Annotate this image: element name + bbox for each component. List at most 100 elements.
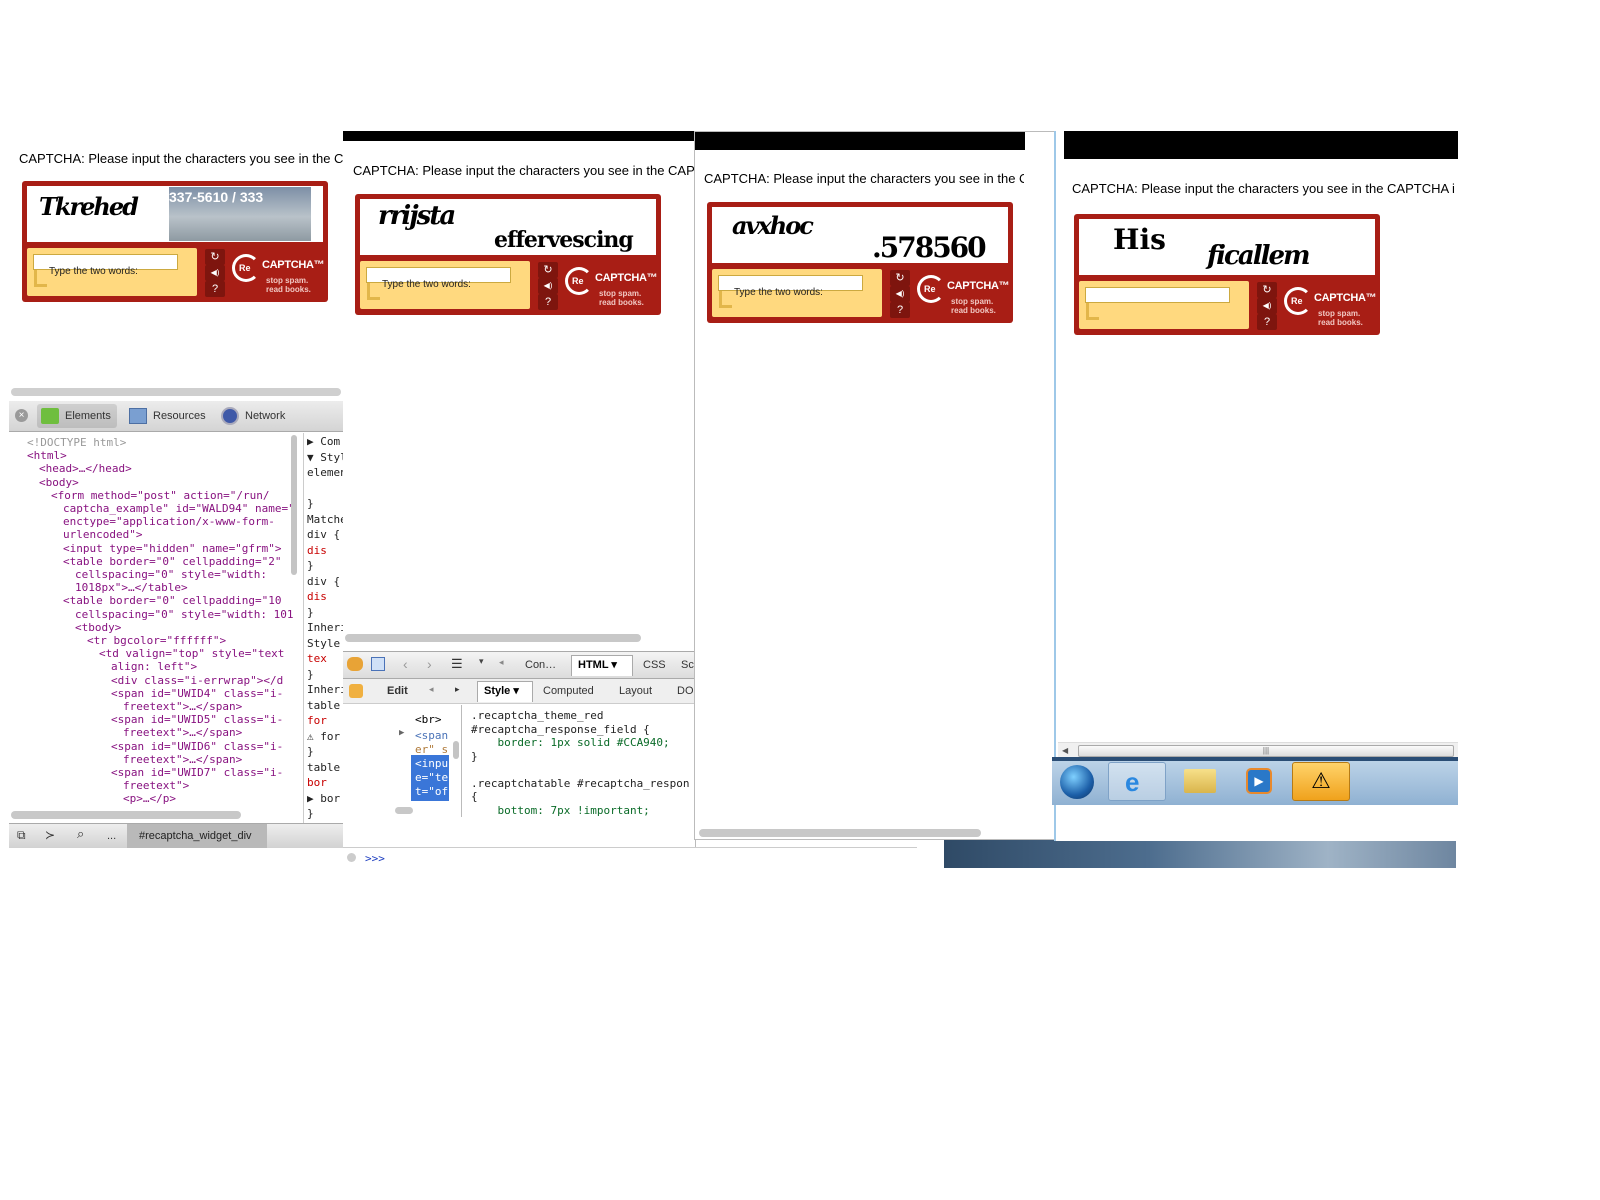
dom-node-line[interactable]: <span id="UWID4" class="i- [111, 687, 283, 700]
audio-button[interactable]: ◀) [890, 286, 910, 302]
style-rule-line: } [307, 497, 314, 510]
tab-elements[interactable]: Elements [37, 404, 117, 428]
dom-node-line[interactable]: <tr bgcolor="ffffff"> [87, 634, 226, 647]
scroll-thumb[interactable]: ||| [1078, 745, 1454, 757]
help-button[interactable]: ? [538, 294, 558, 310]
edit-button[interactable]: Edit [387, 682, 408, 700]
dom-node-line[interactable]: <form method="post" action="/run/ [51, 489, 270, 502]
scroll-left-icon[interactable]: ◂ [499, 657, 504, 668]
page-scrollbar[interactable] [345, 634, 641, 642]
expand-icon[interactable]: ▶ [399, 727, 404, 740]
tab-html[interactable]: HTML ▾ [571, 655, 633, 676]
console-icon[interactable]: ≻ [45, 828, 59, 842]
panel-list-icon[interactable]: ☰ [451, 656, 465, 672]
firebug-subbar: Edit ◂ ▸ Style ▾ Computed Layout DO [343, 679, 695, 704]
internet-explorer-icon[interactable]: e [1108, 762, 1166, 801]
page-scrollbar[interactable] [11, 388, 341, 396]
dom-node-line[interactable]: <div class="i-errwrap"></d [111, 674, 283, 687]
dropdown-icon[interactable]: ▾ [479, 656, 484, 667]
scroll-right-icon[interactable]: ▸ [455, 684, 460, 695]
dom-node-line[interactable]: <td valign="top" style="text [99, 647, 284, 660]
search-icon[interactable]: ⌕ [77, 827, 91, 841]
forward-icon[interactable]: › [427, 656, 432, 672]
tab-script[interactable]: Sc [681, 656, 694, 674]
dom-node-line[interactable]: <tbody> [75, 621, 121, 634]
reload-button[interactable]: ↻ [538, 262, 558, 278]
folder-icon[interactable] [1184, 769, 1216, 793]
style-rule-line: Inherit [307, 621, 344, 634]
help-button[interactable]: ? [1257, 314, 1277, 330]
tab-css[interactable]: CSS [643, 656, 666, 674]
captcha-image: rrijsta effervescing [360, 199, 656, 255]
css-rule-line: { [471, 790, 478, 803]
warning-icon[interactable]: ⚠ [1292, 762, 1350, 801]
firebug-console-line[interactable]: >>> [343, 847, 917, 868]
dom-node-line[interactable]: freetext">…</span> [123, 726, 242, 739]
dom-node-line[interactable]: freetext">…</span> [123, 753, 242, 766]
tab-network[interactable]: Network [219, 404, 309, 428]
breadcrumb-ellipsis[interactable]: ... [107, 827, 116, 845]
dom-node-line[interactable]: align: left"> [111, 660, 197, 673]
dom-node-line[interactable]: captcha_example" id="WALD94" name=" [63, 502, 293, 515]
recaptcha-ring-icon: Re [232, 254, 260, 282]
reload-button[interactable]: ↻ [1257, 282, 1277, 298]
dom-tree-scrollbar[interactable] [291, 435, 297, 575]
arrow-icon [1086, 303, 1099, 320]
start-orb-icon[interactable] [1060, 765, 1094, 799]
style-rule-line: table [307, 698, 341, 712]
reload-button[interactable]: ↻ [890, 270, 910, 286]
dom-node-line[interactable]: <html> [27, 449, 67, 462]
dom-node-line[interactable]: <input type="hidden" name="gfrm"> [63, 542, 282, 555]
tab-resources[interactable]: Resources [127, 404, 213, 428]
dom-node-line[interactable]: <head>…</head> [39, 462, 132, 475]
media-player-icon[interactable]: ▶ [1246, 768, 1272, 794]
dom-node-line[interactable]: 1018px">…</table> [75, 581, 188, 594]
selected-node[interactable]: <inpu e="te t="of [411, 755, 449, 801]
audio-button[interactable]: ◀) [538, 278, 558, 294]
help-button[interactable]: ? [205, 281, 225, 297]
dom-node-line[interactable]: <p>…</p> [123, 792, 176, 805]
dom-node-line[interactable]: cellspacing="0" style="width: 101 [75, 608, 293, 621]
dock-icon[interactable]: ⧉ [17, 828, 31, 842]
tree-node[interactable]: <br> [415, 713, 442, 726]
window-4: CAPTCHA: Please input the characters you… [1052, 131, 1458, 841]
dom-node-line[interactable]: <!DOCTYPE html> [27, 436, 126, 449]
scroll-left-arrow-icon[interactable]: ◀ [1062, 746, 1068, 755]
dom-node-line[interactable]: freetext"> [123, 779, 189, 792]
scroll-left-icon[interactable]: ◂ [429, 684, 434, 695]
style-rule-line: bor [307, 776, 327, 789]
dom-node-line[interactable]: <span id="UWID5" class="i- [111, 713, 283, 726]
reload-button[interactable]: ↻ [205, 249, 225, 265]
desktop-background [944, 840, 1456, 868]
subtab-style[interactable]: Style ▾ [477, 681, 533, 702]
help-button[interactable]: ? [890, 302, 910, 318]
subtab-computed[interactable]: Computed [543, 682, 594, 700]
dom-node-line[interactable]: <table border="0" cellpadding="10 [63, 594, 282, 607]
dom-node-line[interactable]: freetext">…</span> [123, 700, 242, 713]
page-scrollbar[interactable] [699, 829, 981, 837]
tree-scrollbar[interactable] [453, 741, 459, 759]
firebug-icon[interactable] [347, 657, 363, 671]
dom-horizontal-scrollbar[interactable] [11, 811, 241, 819]
tab-console[interactable]: Con… [525, 656, 556, 674]
tree-node[interactable]: <span [415, 729, 448, 742]
window-titlebar [695, 132, 1025, 150]
dom-node-line[interactable]: <body> [39, 476, 79, 489]
dom-node-line[interactable]: cellspacing="0" style="width: [75, 568, 267, 581]
edit-icon[interactable] [349, 684, 363, 698]
close-icon[interactable]: × [15, 409, 28, 422]
dom-node-line[interactable]: <span id="UWID7" class="i- [111, 766, 283, 779]
subtab-dom[interactable]: DO [677, 682, 694, 700]
tree-horizontal-scrollbar[interactable] [395, 807, 413, 814]
dom-node-line[interactable]: <span id="UWID6" class="i- [111, 740, 283, 753]
back-icon[interactable]: ‹ [403, 656, 408, 672]
dom-node-line[interactable]: urlencoded"> [63, 528, 142, 541]
captcha-response-field[interactable] [1085, 287, 1230, 303]
dom-node-line[interactable]: enctype="application/x-www-form- [63, 515, 275, 528]
dom-node-line[interactable]: <table border="0" cellpadding="2" [63, 555, 282, 568]
subtab-layout[interactable]: Layout [619, 682, 652, 700]
audio-button[interactable]: ◀) [205, 265, 225, 281]
breadcrumb[interactable]: #recaptcha_widget_div [127, 824, 267, 848]
audio-button[interactable]: ◀) [1257, 298, 1277, 314]
inspect-icon[interactable] [371, 657, 385, 671]
